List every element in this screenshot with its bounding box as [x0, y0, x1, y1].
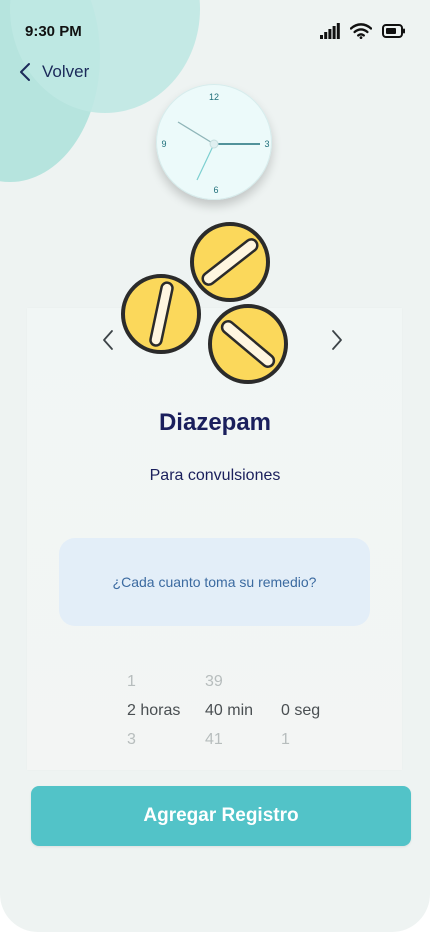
chevron-left-icon	[103, 330, 113, 350]
hours-picker-column[interactable]: 1 2 horas 3	[127, 670, 180, 757]
app-screen: 9:30 PM Volver 12 3 6 9 Diazepam Para co…	[0, 0, 430, 932]
previous-medication-button[interactable]	[98, 328, 120, 352]
picker-option[interactable]	[281, 670, 320, 699]
clock-numeral-12: 12	[209, 92, 219, 102]
clock-numeral-9: 9	[161, 139, 166, 149]
cellular-signal-icon	[320, 23, 340, 39]
clock-illustration: 12 3 6 9	[156, 84, 272, 200]
wifi-icon	[350, 23, 372, 39]
add-record-label: Agregar Registro	[143, 805, 299, 826]
status-time: 9:30 PM	[25, 23, 82, 40]
picker-option[interactable]: 3	[127, 728, 180, 757]
battery-icon	[382, 24, 405, 38]
status-icons	[320, 23, 406, 39]
clock-numeral-3: 3	[264, 139, 269, 149]
picker-option[interactable]: 39	[205, 670, 253, 699]
clock-numeral-6: 6	[213, 185, 218, 195]
picker-selected-option[interactable]: 40 min	[205, 699, 253, 728]
chevron-left-icon	[20, 63, 30, 81]
picker-selected-option[interactable]: 2 horas	[127, 699, 180, 728]
next-medication-button[interactable]	[325, 328, 347, 352]
picker-selected-option[interactable]: 0 seg	[281, 699, 320, 728]
add-record-button[interactable]: Agregar Registro	[31, 786, 411, 846]
medication-name: Diazepam	[158, 409, 272, 436]
picker-option[interactable]: 1	[281, 728, 320, 757]
back-button[interactable]: Volver	[18, 60, 89, 84]
frequency-question-text: ¿Cada cuanto toma su remedio?	[112, 574, 317, 590]
picker-option[interactable]: 1	[127, 670, 180, 699]
seconds-picker-column[interactable]: 0 seg 1	[281, 670, 320, 757]
pills-illustration	[120, 220, 295, 385]
medication-purpose: Para convulsiones	[149, 467, 281, 484]
minutes-picker-column[interactable]: 39 40 min 41	[205, 670, 253, 757]
frequency-question: ¿Cada cuanto toma su remedio?	[59, 538, 370, 626]
chevron-right-icon	[332, 330, 342, 350]
picker-option[interactable]: 41	[205, 728, 253, 757]
clock-face: 12 3 6 9	[161, 92, 269, 195]
back-label: Volver	[42, 62, 90, 81]
interval-picker[interactable]: 1 2 horas 3 39 40 min 41 0 seg 1	[0, 670, 430, 754]
status-bar: 9:30 PM	[0, 0, 430, 62]
